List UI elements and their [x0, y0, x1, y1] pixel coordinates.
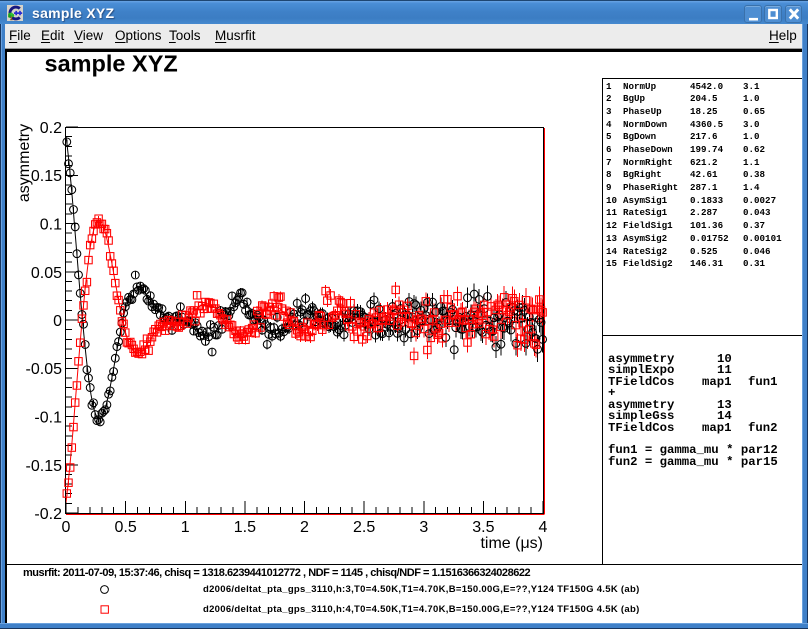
svg-text:3: 3 [419, 519, 428, 536]
svg-text:0.15: 0.15 [31, 168, 62, 185]
svg-text:0.5: 0.5 [114, 519, 136, 536]
svg-text:0.2: 0.2 [40, 120, 62, 137]
svg-text:2.5: 2.5 [353, 519, 375, 536]
svg-text:0: 0 [53, 313, 62, 330]
svg-text:time (μs): time (μs) [480, 535, 543, 552]
svg-text:sample XYZ: sample XYZ [45, 51, 178, 77]
svg-text:-0.1: -0.1 [34, 410, 62, 427]
svg-text:2: 2 [300, 519, 309, 536]
svg-text:3.5: 3.5 [472, 519, 494, 536]
svg-text:4: 4 [539, 519, 548, 536]
svg-text:1: 1 [181, 519, 190, 536]
svg-text:0.1: 0.1 [40, 217, 62, 234]
svg-text:asymmetry: asymmetry [16, 124, 33, 202]
svg-text:0.05: 0.05 [31, 265, 62, 282]
svg-text:-0.05: -0.05 [26, 361, 63, 378]
svg-text:0: 0 [62, 519, 71, 536]
svg-text:-0.2: -0.2 [34, 506, 62, 523]
svg-text:-0.15: -0.15 [26, 458, 63, 475]
svg-text:1.5: 1.5 [234, 519, 256, 536]
